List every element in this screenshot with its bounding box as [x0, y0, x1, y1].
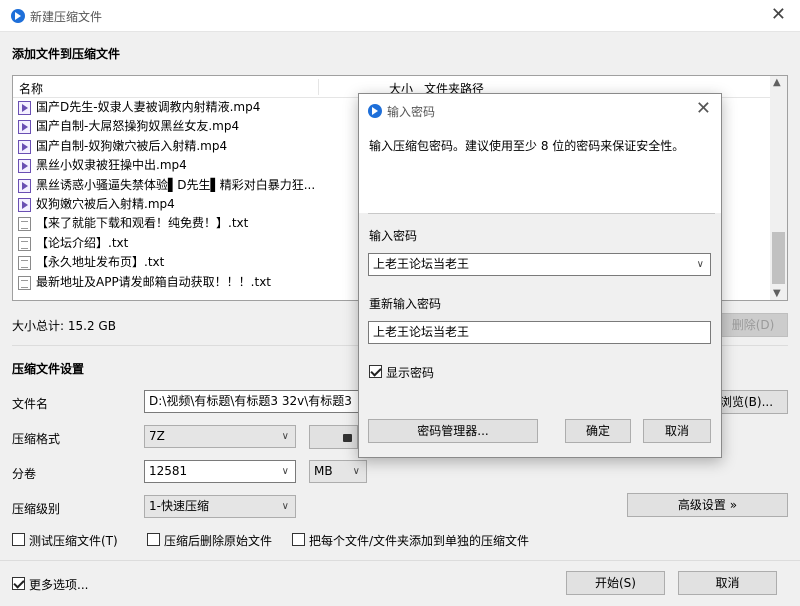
- app-logo-icon: [11, 9, 25, 23]
- ok-button[interactable]: 确定: [565, 419, 631, 443]
- password-dialog-titlebar: 输入密码 ✕: [359, 94, 721, 127]
- column-name[interactable]: 名称: [19, 80, 43, 97]
- filename-input[interactable]: D:\视频\有标题\有标题3 32v\有标题3: [144, 390, 374, 413]
- password-input[interactable]: 上老王论坛当老王 ∨: [368, 253, 711, 276]
- cancel-button[interactable]: 取消: [678, 571, 777, 595]
- scroll-down-icon[interactable]: ▼: [773, 288, 781, 299]
- password-dialog: 输入密码 ✕ 输入压缩包密码。建议使用至少 8 位的密码来保证安全性。 输入密码…: [358, 93, 722, 458]
- video-file-icon: [18, 197, 31, 212]
- password-dialog-message: 输入压缩包密码。建议使用至少 8 位的密码来保证安全性。: [369, 139, 685, 153]
- add-files-heading: 添加文件到压缩文件: [12, 47, 121, 61]
- delete-after-checkbox[interactable]: [147, 533, 160, 546]
- text-file-icon: [18, 217, 31, 232]
- file-name: 【永久地址发布页】.txt: [36, 255, 165, 270]
- scrollbar-thumb[interactable]: [772, 232, 785, 284]
- settings-heading: 压缩文件设置: [12, 362, 85, 376]
- file-name: 【论坛介绍】.txt: [36, 235, 129, 250]
- file-name: 国产自制-大屌怒操狗奴黑丝女友.mp4: [36, 119, 240, 134]
- file-name: 奴狗嫩穴被后入射精.mp4: [36, 196, 175, 211]
- file-list-scrollbar[interactable]: ▲ ▼: [770, 76, 787, 300]
- delete-button[interactable]: 删除(D): [718, 313, 788, 337]
- file-name: 最新地址及APP请发邮箱自动获取！！！.txt: [36, 274, 272, 289]
- file-name: 黑丝诱惑小骚逼失禁体验▌D先生▌精彩对白暴力狂...: [36, 177, 316, 192]
- filename-label: 文件名: [12, 397, 49, 411]
- split-unit-value: MB: [314, 464, 333, 478]
- advanced-settings-button[interactable]: 高级设置 »: [627, 493, 788, 517]
- password-dialog-title: 输入密码: [387, 105, 436, 119]
- video-file-icon: [18, 120, 31, 135]
- password-value: 上老王论坛当老王: [373, 257, 470, 271]
- app-logo-icon: [368, 104, 382, 118]
- video-file-icon: [18, 178, 31, 193]
- text-file-icon: [18, 275, 31, 290]
- format-select[interactable]: 7Z ∨: [144, 425, 296, 448]
- split-label: 分卷: [12, 467, 37, 481]
- file-name: 【来了就能下载和观看！纯免费！】.txt: [36, 216, 249, 231]
- separate-archives-label: 把每个文件/文件夹添加到单独的压缩文件: [309, 534, 530, 548]
- confirm-password-input[interactable]: 上老王论坛当老王: [368, 321, 711, 344]
- file-name: 黑丝小奴隶被狂操中出.mp4: [36, 158, 187, 173]
- level-select[interactable]: 1-快速压缩 ∨: [144, 495, 296, 518]
- dialog-cancel-button[interactable]: 取消: [643, 419, 711, 443]
- dialog-close-icon[interactable]: ✕: [696, 98, 711, 119]
- password-label: 输入密码: [369, 229, 418, 243]
- video-file-icon: [18, 159, 31, 174]
- video-file-icon: [18, 101, 31, 115]
- start-button[interactable]: 开始(S): [566, 571, 665, 595]
- window-title: 新建压缩文件: [30, 10, 103, 24]
- split-size-select[interactable]: 12581 ∨: [144, 460, 296, 483]
- chevron-down-icon: ∨: [352, 466, 360, 477]
- text-file-icon: [18, 256, 31, 271]
- scroll-up-icon[interactable]: ▲: [773, 77, 781, 88]
- chevron-down-icon: ∨: [281, 466, 289, 477]
- more-options-checkbox[interactable]: [12, 577, 25, 590]
- window-titlebar: 新建压缩文件 ✕: [0, 0, 800, 32]
- chevron-down-icon: ∨: [281, 431, 289, 442]
- file-name: 国产D先生-奴隶人妻被调教内射精液.mp4: [36, 100, 261, 114]
- level-value: 1-快速压缩: [149, 499, 209, 513]
- split-size-value: 12581: [149, 464, 188, 478]
- delete-after-label: 压缩后删除原始文件: [164, 534, 273, 548]
- confirm-password-label: 重新输入密码: [369, 297, 442, 311]
- password-button[interactable]: [309, 425, 358, 449]
- file-name: 国产自制-奴狗嫩穴被后入射精.mp4: [36, 138, 228, 153]
- chevron-down-icon: ∨: [696, 259, 704, 270]
- more-options-label: 更多选项...: [29, 578, 89, 592]
- format-label: 压缩格式: [12, 432, 61, 446]
- chevron-down-icon: ∨: [281, 501, 289, 512]
- level-label: 压缩级别: [12, 502, 61, 516]
- split-unit-select[interactable]: MB ∨: [309, 460, 367, 483]
- format-value: 7Z: [149, 429, 165, 443]
- total-size: 大小总计: 15.2 GB: [12, 319, 116, 333]
- test-archive-label: 测试压缩文件(T): [29, 534, 118, 548]
- text-file-icon: [18, 236, 31, 251]
- lock-icon: [343, 434, 352, 442]
- show-password-label: 显示密码: [386, 366, 435, 380]
- show-password-checkbox[interactable]: [369, 365, 382, 378]
- separate-archives-checkbox[interactable]: [292, 533, 305, 546]
- password-manager-button[interactable]: 密码管理器...: [368, 419, 538, 443]
- test-archive-checkbox[interactable]: [12, 533, 25, 546]
- video-file-icon: [18, 139, 31, 154]
- window-close-icon[interactable]: ✕: [771, 4, 786, 25]
